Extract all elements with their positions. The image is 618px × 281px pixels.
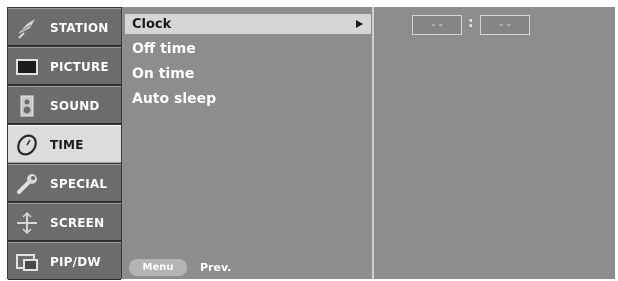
submenu-item-auto-sleep[interactable]: Auto sleep	[132, 91, 216, 107]
right-arrow-icon	[356, 20, 363, 28]
speaker-icon	[20, 95, 34, 117]
sidebar-item-label: PICTURE	[50, 60, 109, 74]
sidebar-item-pip-dw[interactable]: PIP/DW	[8, 242, 121, 280]
time-separator: :	[468, 15, 474, 31]
minutes-field[interactable]: - -	[480, 15, 530, 35]
sidebar-item-label: SOUND	[50, 99, 100, 113]
sidebar-item-picture[interactable]: PICTURE	[8, 47, 121, 85]
satellite-dish-icon	[18, 19, 35, 39]
sidebar-item-screen[interactable]: SCREEN	[8, 203, 121, 241]
picture-monitor-icon	[16, 59, 38, 75]
sidebar-item-label: PIP/DW	[50, 255, 101, 269]
submenu-item-on-time[interactable]: On time	[132, 66, 194, 82]
hours-field[interactable]: - -	[412, 15, 462, 35]
sidebar-item-special[interactable]: SPECIAL	[8, 164, 121, 202]
main-menu-sidebar: STATION PICTURE SOUND TIME SPECIAL SCREE…	[7, 7, 122, 280]
sidebar-item-label: SCREEN	[50, 216, 105, 230]
special-wrench-icon	[17, 174, 37, 194]
submenu-item-off-time[interactable]: Off time	[132, 41, 196, 57]
submenu-item-clock[interactable]: Clock	[132, 17, 171, 32]
clock-icon	[17, 134, 37, 156]
sidebar-item-station[interactable]: STATION	[8, 8, 121, 46]
time-submenu: Clock Off time On time Auto sleep Menu P…	[124, 7, 374, 279]
menu-button[interactable]: Menu	[129, 259, 187, 276]
tv-menu-screen: STATION PICTURE SOUND TIME SPECIAL SCREE…	[7, 7, 615, 280]
sidebar-item-time[interactable]: TIME	[8, 125, 121, 163]
sidebar-item-label: STATION	[50, 21, 109, 35]
sidebar-item-label: SPECIAL	[50, 177, 108, 191]
sidebar-item-label: TIME	[50, 138, 84, 152]
sidebar-item-sound[interactable]: SOUND	[8, 86, 121, 124]
prev-hint-label: Prev.	[200, 261, 232, 274]
screen-crosshair-icon	[17, 211, 37, 235]
clock-setting-panel: - - : - -	[376, 7, 615, 279]
pip-window-icon	[16, 254, 38, 271]
